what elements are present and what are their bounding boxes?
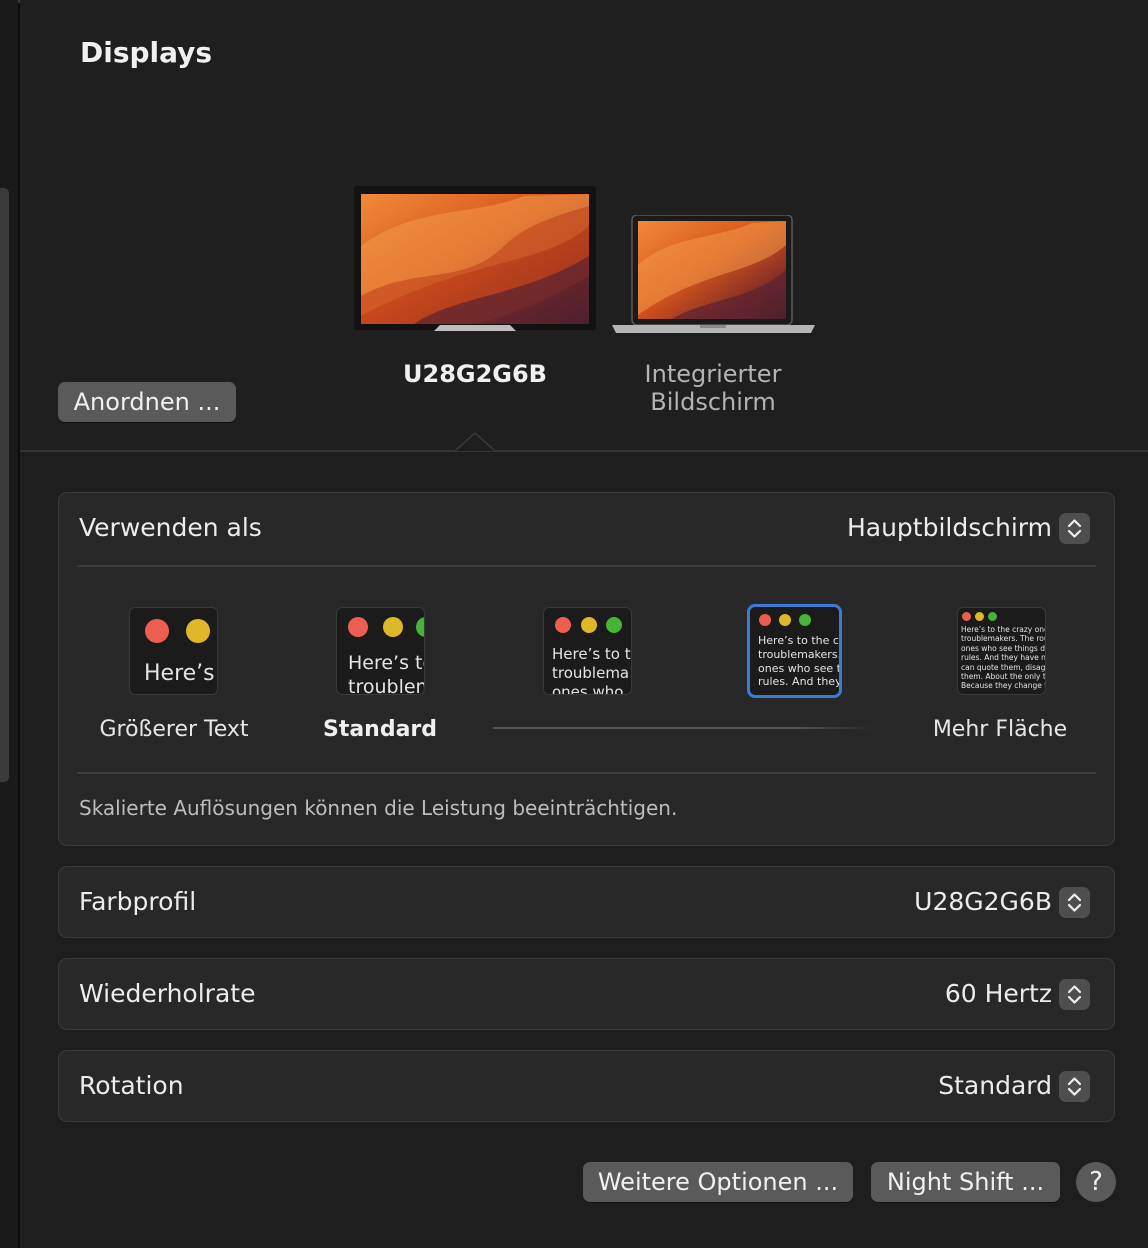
color-profile-label: Farbprofil	[79, 887, 197, 916]
resolution-divider	[77, 772, 1096, 774]
resolution-sample-text: Here’s to troublem	[348, 652, 424, 695]
resolution-option-more-space[interactable]: Here’s to the crazy one troublemakers. T…	[957, 607, 1046, 695]
help-button[interactable]: ?	[1076, 1162, 1116, 1202]
refresh-rate-row: Wiederholrate 60 Hertz	[58, 958, 1115, 1030]
rotation-stepper[interactable]	[1059, 1071, 1090, 1102]
external-display-monitor[interactable]	[354, 186, 596, 332]
display-label-builtin-line2: Bildschirm	[650, 388, 776, 416]
resolution-sample-text: Here’s to the crazy one troublemakers. T…	[961, 625, 1046, 691]
color-profile-value[interactable]: U28G2G6B	[914, 887, 1052, 916]
scaled-resolution-note: Skalierte Auflösungen können die Leistun…	[79, 796, 678, 820]
built-in-display-laptop[interactable]	[612, 214, 815, 337]
header-divider	[20, 450, 1148, 452]
selection-pointer	[455, 432, 495, 452]
color-profile-row: Farbprofil U28G2G6B	[58, 866, 1115, 938]
resolution-sample-text: Here’s to t troublema ones who	[552, 645, 631, 695]
use-as-value[interactable]: Hauptbildschirm	[847, 513, 1052, 542]
resolution-label-more-space: Mehr Fläche	[932, 717, 1068, 742]
zoom-dot-icon	[988, 612, 997, 621]
more-options-button[interactable]: Weitere Optionen ...	[583, 1162, 853, 1202]
rotation-value[interactable]: Standard	[938, 1071, 1052, 1100]
minimize-dot-icon	[779, 614, 791, 626]
chevron-updown-icon	[1067, 1077, 1082, 1096]
resolution-option-3[interactable]: Here’s to t troublema ones who	[543, 607, 632, 695]
arrange-button[interactable]: Anordnen ...	[58, 382, 236, 422]
display-label-external[interactable]: U28G2G6B	[380, 360, 570, 388]
resolution-sample-text: Here’s	[144, 661, 215, 686]
zoom-dot-icon	[606, 617, 622, 633]
rotation-label: Rotation	[79, 1071, 184, 1100]
minimize-dot-icon	[975, 612, 984, 621]
sidebar-scrollbar[interactable]	[0, 188, 9, 782]
close-dot-icon	[759, 614, 771, 626]
refresh-rate-stepper[interactable]	[1059, 979, 1090, 1010]
resolution-sample-text: Here’s to the cr troublemakers. ones who…	[758, 634, 842, 689]
resolution-label-larger-text: Größerer Text	[99, 717, 249, 742]
color-profile-stepper[interactable]	[1059, 887, 1090, 918]
close-dot-icon	[348, 617, 368, 637]
minimize-dot-icon	[383, 617, 403, 637]
rotation-row: Rotation Standard	[58, 1050, 1115, 1122]
resolution-scale-track	[493, 727, 873, 729]
zoom-dot-icon	[799, 614, 811, 626]
external-monitor-icon	[354, 186, 596, 331]
page-title: Displays	[80, 36, 213, 69]
night-shift-button[interactable]: Night Shift ...	[871, 1162, 1060, 1202]
use-as-card: Verwenden als Hauptbildschirm Here’s Her…	[58, 492, 1115, 846]
use-as-stepper[interactable]	[1059, 513, 1090, 544]
close-dot-icon	[962, 612, 971, 621]
zoom-dot-icon	[416, 617, 424, 637]
use-as-divider	[77, 565, 1096, 567]
display-label-builtin-line1: Integrierter	[644, 360, 782, 388]
refresh-rate-value[interactable]: 60 Hertz	[945, 979, 1052, 1008]
resolution-option-larger-text[interactable]: Here’s	[129, 607, 218, 695]
close-dot-icon	[145, 619, 169, 643]
display-label-builtin[interactable]: Integrierter Bildschirm	[610, 360, 816, 416]
laptop-icon	[612, 214, 815, 333]
use-as-label: Verwenden als	[79, 513, 262, 542]
minimize-dot-icon	[186, 619, 210, 643]
chevron-updown-icon	[1067, 519, 1082, 538]
close-dot-icon	[555, 617, 571, 633]
resolution-option-standard[interactable]: Here’s to troublem	[336, 607, 425, 695]
chevron-updown-icon	[1067, 893, 1082, 912]
refresh-rate-label: Wiederholrate	[79, 979, 256, 1008]
minimize-dot-icon	[581, 617, 597, 633]
resolution-label-standard: Standard	[322, 717, 438, 742]
resolution-option-4-selected[interactable]: Here’s to the cr troublemakers. ones who…	[747, 604, 842, 698]
chevron-updown-icon	[1067, 985, 1082, 1004]
